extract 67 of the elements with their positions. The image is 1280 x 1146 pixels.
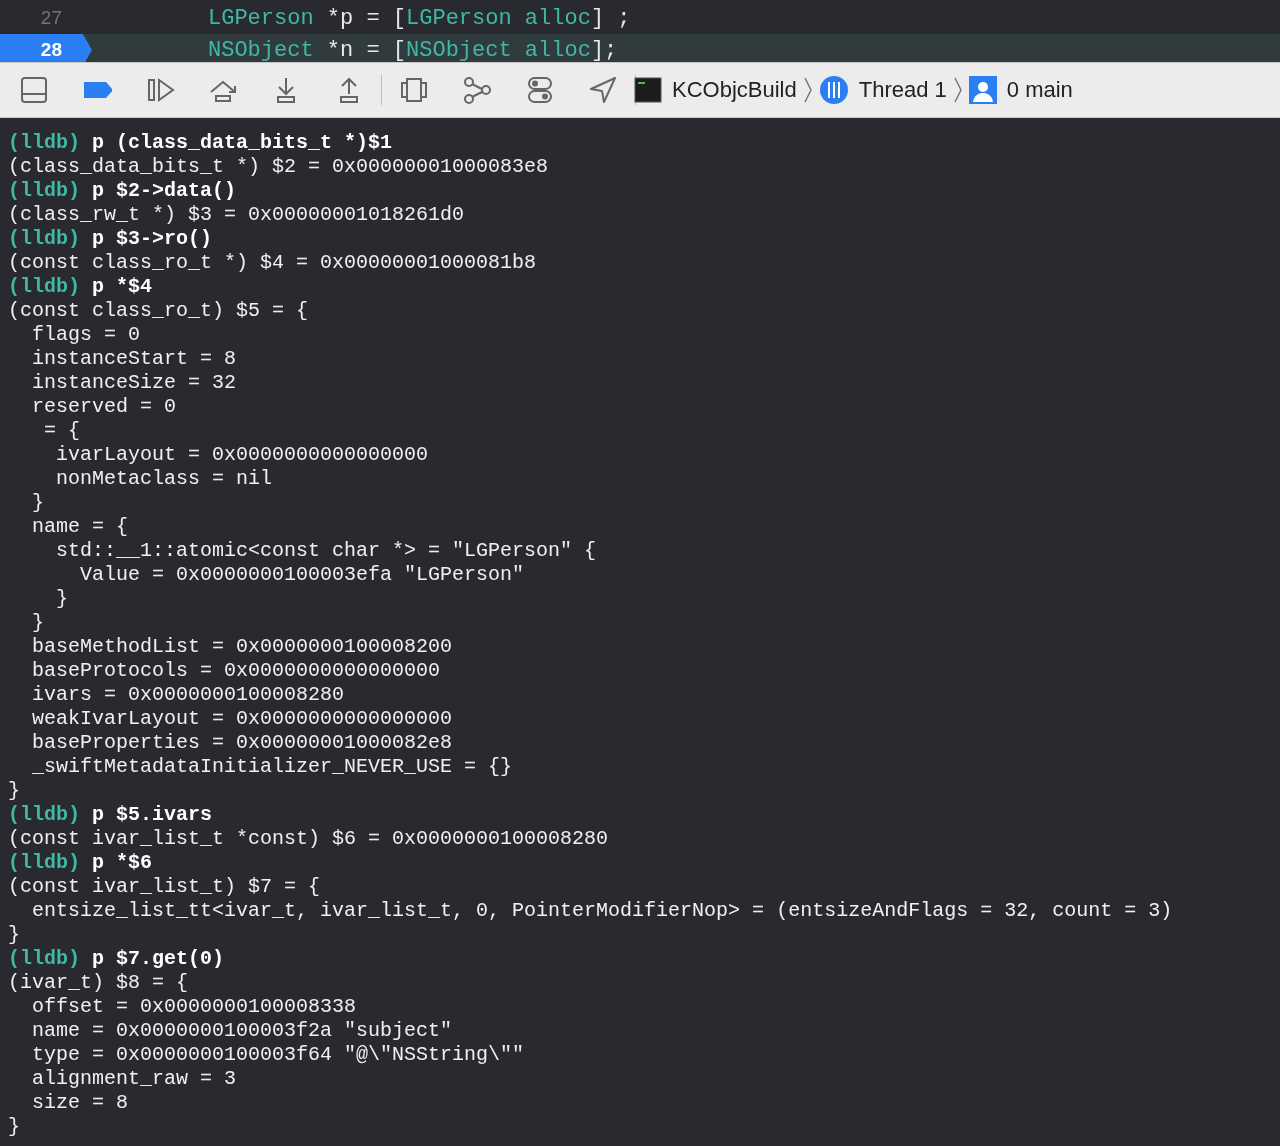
lldb-prompt: (lldb) <box>8 131 80 154</box>
line-number: 27 <box>39 6 63 30</box>
continue-icon[interactable] <box>145 75 175 105</box>
console-output: reserved = 0 <box>31 395 177 418</box>
lldb-prompt: (lldb) <box>8 803 80 826</box>
console-output: } <box>8 923 20 946</box>
layers-icon[interactable] <box>399 75 429 105</box>
console-output: size = 8 <box>31 1091 129 1114</box>
console-output: Value = 0x0000000100003efa "LGPerson" <box>79 563 525 586</box>
console-output: (const class_ro_t) $5 = { <box>8 299 309 322</box>
console-output: name = { <box>31 515 129 538</box>
lldb-prompt: (lldb) <box>8 179 80 202</box>
console-command: p $7.get(0) <box>92 947 225 970</box>
breadcrumb-item[interactable]: 0 main <box>968 76 1073 104</box>
breadcrumb-item[interactable]: Thread 1 <box>818 75 947 105</box>
breadcrumb-item[interactable]: KCObjcBuild <box>634 77 797 103</box>
console-output: } <box>55 587 68 610</box>
console-output: } <box>31 611 44 634</box>
console-command: p *$6 <box>92 851 153 874</box>
person-icon <box>968 76 997 104</box>
console-output: nonMetaclass = nil <box>55 467 273 490</box>
console-output: std::__1::atomic<const char *> = "LGPerson" { <box>55 539 597 562</box>
console-command: p *$4 <box>92 275 153 298</box>
console-output: _swiftMetadataInitializer_NEVER_USE = {} <box>31 755 513 778</box>
console-command: p (class_data_bits_t *)$1 <box>92 131 393 154</box>
console-output: instanceSize = 32 <box>31 371 237 394</box>
lldb-prompt: (lldb) <box>8 275 80 298</box>
console-command: p $5.ivars <box>92 803 213 826</box>
toggles-icon[interactable] <box>525 75 555 105</box>
console-output: offset = 0x0000000100008338 <box>31 995 357 1018</box>
console-output: alignment_raw = 3 <box>31 1067 237 1090</box>
console-output: baseMethodList = 0x0000000100008200 <box>31 635 453 658</box>
console-output: (const class_ro_t *) $4 = 0x00000001000081b8 <box>8 251 537 274</box>
console-output: (const ivar_list_t) $7 = { <box>8 875 321 898</box>
console-output: (const ivar_list_t *const) $6 = 0x0000000100008280 <box>8 827 609 850</box>
console-output: weakIvarLayout = 0x0000000000000000 <box>31 707 453 730</box>
console-output: } <box>31 491 44 514</box>
console-output: (class_rw_t *) $3 = 0x00000001018261d0 <box>8 203 465 226</box>
console-output: ivars = 0x0000000100008280 <box>31 683 345 706</box>
console-output: } <box>8 779 20 802</box>
chevron-icon <box>952 76 963 104</box>
console-output: instanceStart = 8 <box>31 347 237 370</box>
console-command: p $2->data() <box>92 179 237 202</box>
console-output: baseProperties = 0x00000001000082e8 <box>31 731 453 754</box>
code-line: LGPerson *p = [LGPerson alloc] ; <box>208 5 631 31</box>
console-output: (class_data_bits_t *) $2 = 0x00000001000083e8 <box>8 155 549 178</box>
console-output: entsize_list_tt<ivar_t, ivar_list_t, 0, PointerModifierNop> = (entsizeAndFlags = 32, count = 3) <box>31 899 1173 922</box>
line-number: 28 <box>0 34 92 62</box>
chevron-icon <box>802 76 813 104</box>
console-output: } <box>8 1115 20 1138</box>
console-output: (ivar_t) $8 = { <box>8 971 189 994</box>
code-line: NSObject *n = [NSObject alloc]; <box>208 37 618 62</box>
panel-icon[interactable] <box>19 75 49 105</box>
lldb-prompt: (lldb) <box>8 947 80 970</box>
console-command: p $3->ro() <box>92 227 213 250</box>
graph-icon[interactable] <box>462 75 492 105</box>
console-output: flags = 0 <box>31 323 141 346</box>
console-output: ivarLayout = 0x0000000000000000 <box>55 443 429 466</box>
console-output: baseProtocols = 0x0000000000000000 <box>31 659 441 682</box>
lldb-prompt: (lldb) <box>8 851 80 874</box>
console-output: name = 0x0000000100003f2a "subject" <box>31 1019 453 1042</box>
lldb-prompt: (lldb) <box>8 227 80 250</box>
terminal-app-icon <box>634 77 662 103</box>
location-arrow-icon[interactable] <box>588 75 618 105</box>
console-output: = { <box>43 419 80 442</box>
thread-icon <box>818 75 849 105</box>
console-output: type = 0x0000000100003f64 "@\"NSString\"" <box>31 1043 525 1066</box>
